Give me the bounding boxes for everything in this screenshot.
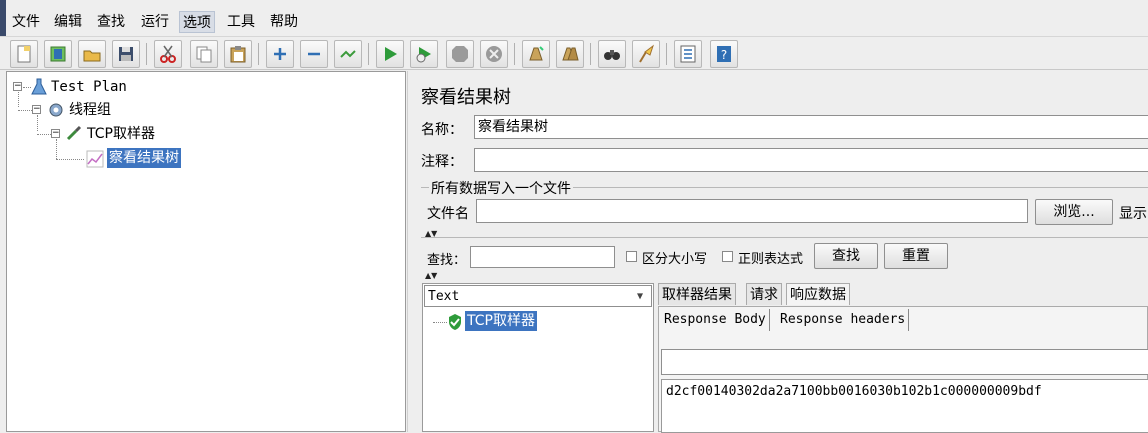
tree-node-view-results-tree[interactable]: 察看结果树 [107, 148, 181, 168]
copy-icon[interactable] [190, 40, 218, 68]
window-edge [0, 0, 6, 36]
regex-label: 正则表达式 [738, 252, 804, 267]
pipette-icon [66, 125, 82, 141]
start-icon[interactable] [376, 40, 404, 68]
menu-options[interactable]: 选项 [179, 11, 215, 33]
flask-icon [31, 78, 47, 95]
svg-text:?: ? [721, 48, 727, 62]
response-body-value: d2cf00140302da2a7100bb0016030b102b1c0000… [666, 384, 1042, 399]
menu-help[interactable]: 帮助 [267, 11, 301, 33]
menu-search[interactable]: 查找 [94, 11, 128, 33]
filename-label: 文件名 [427, 206, 469, 222]
menu-run[interactable]: 运行 [138, 11, 172, 33]
toolbar: ? [0, 36, 1148, 70]
clear-icon[interactable] [522, 40, 550, 68]
menu-tools[interactable]: 工具 [224, 11, 258, 33]
display-label[interactable]: 显示 [1119, 203, 1147, 223]
menu-file[interactable]: 文件 [9, 11, 43, 33]
filename-field[interactable] [476, 199, 1028, 223]
subtab-response-headers[interactable]: Response headers [777, 309, 910, 331]
comment-field[interactable] [474, 148, 1148, 172]
file-group-label: 所有数据写入一个文件 [429, 178, 573, 198]
tab-sampler-result[interactable]: 取样器结果 [658, 283, 736, 305]
menu-edit[interactable]: 编辑 [51, 11, 85, 33]
open-icon[interactable] [78, 40, 106, 68]
test-plan-tree[interactable]: − Test Plan − 线程组 − TCP取样器 察看结果树 [6, 71, 406, 432]
case-sensitive-checkbox[interactable] [626, 251, 637, 262]
search-icon[interactable] [598, 40, 626, 68]
reset-search-icon[interactable] [632, 40, 660, 68]
shutdown-icon[interactable] [480, 40, 508, 68]
new-icon[interactable] [10, 40, 38, 68]
case-sensitive-label: 区分大小写 [642, 252, 708, 267]
panel-title: 察看结果树 [421, 87, 511, 108]
expand-icon[interactable] [266, 40, 294, 68]
tree-node-tcp-sampler[interactable]: TCP取样器 [87, 124, 155, 144]
name-field[interactable]: 察看结果树 [474, 115, 1148, 139]
sample-item[interactable]: TCP取样器 [465, 311, 537, 331]
gear-icon [49, 103, 63, 117]
tree-toggle-thread-group[interactable]: − [32, 105, 41, 114]
paste-icon[interactable] [224, 40, 252, 68]
tree-node-thread-group[interactable]: 线程组 [69, 100, 111, 120]
chart-icon [86, 150, 104, 168]
save-icon[interactable] [112, 40, 140, 68]
tree-toggle-test-plan[interactable]: − [13, 82, 22, 91]
search-input[interactable] [470, 246, 615, 268]
help-icon[interactable]: ? [710, 40, 738, 68]
renderer-select[interactable]: Text ▼ [424, 285, 652, 307]
collapse-icon[interactable] [300, 40, 328, 68]
browse-button[interactable]: 浏览... [1035, 199, 1113, 225]
comment-label: 注释： [421, 154, 463, 170]
clear-all-icon[interactable] [556, 40, 584, 68]
reset-button[interactable]: 重置 [884, 243, 948, 269]
renderer-select-value: Text [428, 289, 460, 304]
split-divider[interactable] [407, 71, 415, 432]
split-arrows-bottom[interactable]: ▲▼ [425, 272, 437, 280]
menu-bar: 文件 编辑 查找 运行 选项 工具 帮助 [0, 0, 1148, 36]
name-label: 名称： [421, 122, 463, 138]
subtab-response-body[interactable]: Response Body [661, 309, 770, 331]
regex-checkbox[interactable] [722, 251, 733, 262]
chevron-down-icon[interactable]: ▼ [631, 286, 649, 306]
cut-icon[interactable] [154, 40, 182, 68]
search-label: 查找： [427, 253, 467, 268]
templates-icon[interactable] [44, 40, 72, 68]
sample-results-panel: Text ▼ TCP取样器 [422, 283, 654, 432]
response-search-field[interactable] [661, 349, 1148, 375]
start-no-timers-icon[interactable] [410, 40, 438, 68]
tab-response-data[interactable]: 响应数据 [786, 283, 850, 305]
toggle-icon[interactable] [334, 40, 362, 68]
view-results-tree-panel: 察看结果树 名称： 察看结果树 注释： 所有数据写入一个文件 文件名 浏览...… [415, 71, 1148, 433]
function-helper-icon[interactable] [674, 40, 702, 68]
sample-detail-panel: 取样器结果 请求 响应数据 Response Body Response hea… [656, 283, 1148, 433]
tab-request[interactable]: 请求 [746, 283, 782, 305]
response-body-text[interactable]: d2cf00140302da2a7100bb0016030b102b1c0000… [661, 379, 1148, 433]
find-button[interactable]: 查找 [814, 243, 878, 269]
success-shield-icon [449, 314, 461, 330]
response-data-content: Response Body Response headers d2cf00140… [658, 306, 1148, 433]
tree-node-test-plan[interactable]: Test Plan [51, 77, 127, 97]
tree-toggle-tcp-sampler[interactable]: − [51, 129, 60, 138]
stop-icon[interactable] [446, 40, 474, 68]
